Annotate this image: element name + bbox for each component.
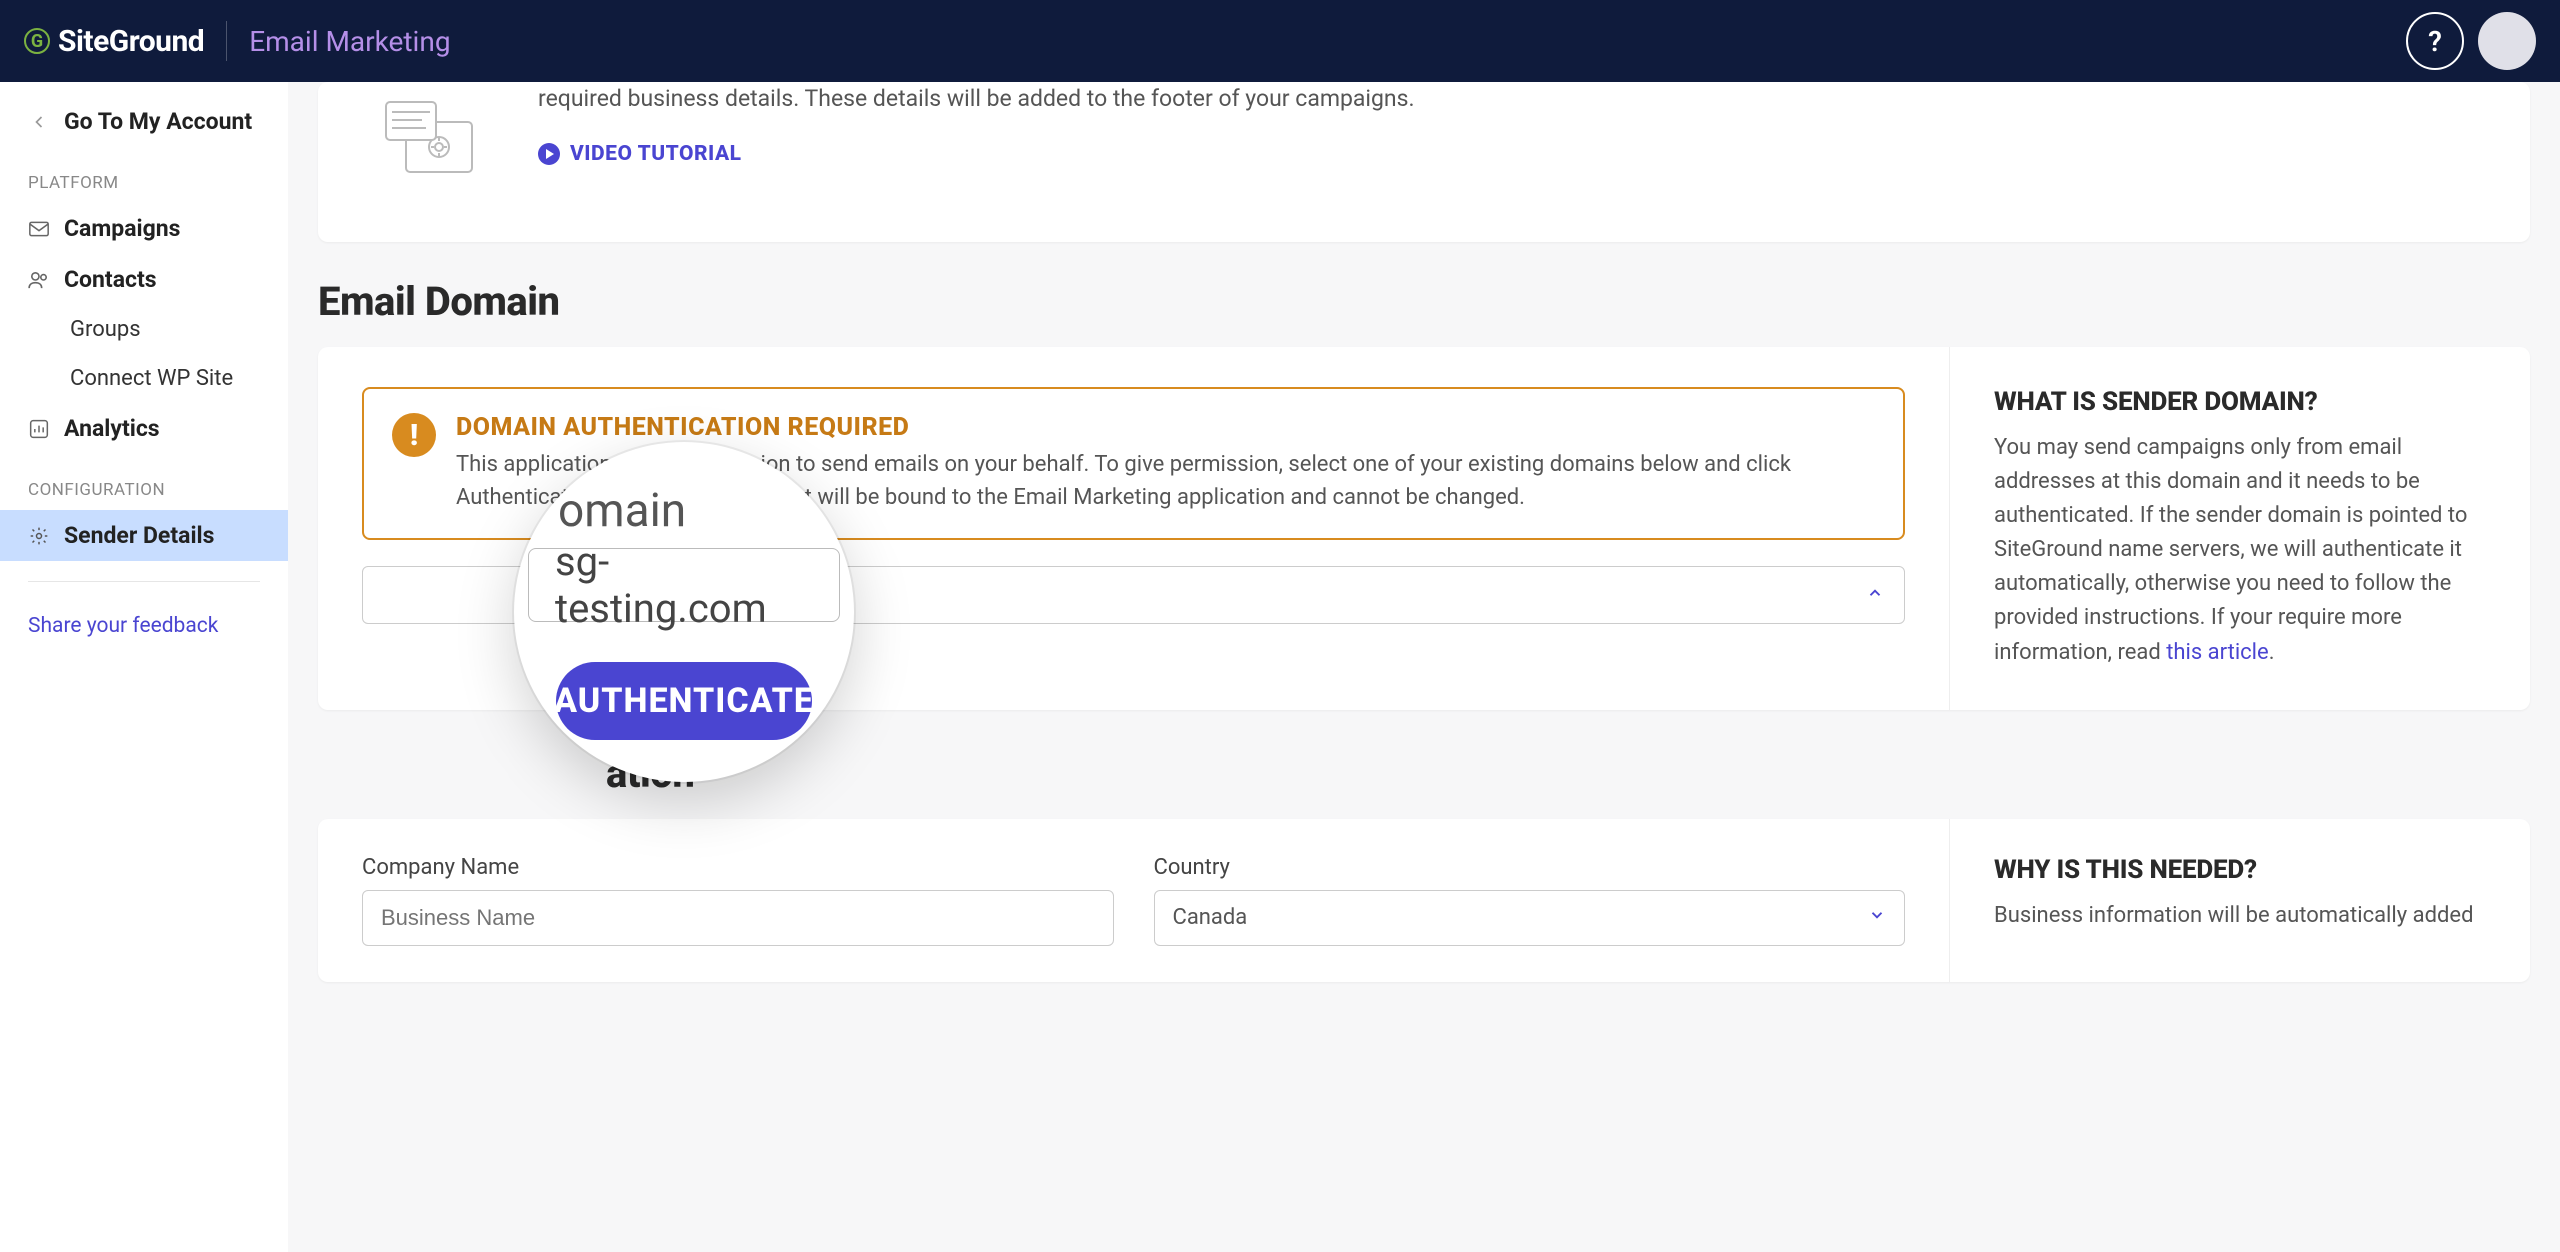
alert-body: This application needs permission to sen… [456,448,1875,514]
why-needed-title: WHY IS THIS NEEDED? [1994,855,2486,885]
country-select[interactable]: Canada [1154,890,1906,946]
gear-icon [28,526,50,546]
business-info-left: Company Name Country Canada [318,819,1950,982]
alert-title: DOMAIN AUTHENTICATION REQUIRED [456,413,1875,442]
video-tutorial-link[interactable]: VIDEO TUTORIAL [538,139,742,171]
nav-campaigns[interactable]: Campaigns [0,203,288,254]
nav-sender-details-label: Sender Details [64,522,214,549]
divider [28,581,260,582]
logo-mark-icon: G [24,28,50,54]
business-info-title: Business Information [318,750,2530,797]
nav-contacts-label: Contacts [64,266,157,293]
nav-contacts[interactable]: Contacts [0,254,288,305]
video-tutorial-label: VIDEO TUTORIAL [570,139,742,171]
why-needed-text: Business information will be automatical… [1994,899,2486,933]
nav-campaigns-label: Campaigns [64,215,180,242]
topbar: G SiteGround Email Marketing ? [0,0,2560,82]
email-domain-left: ! DOMAIN AUTHENTICATION REQUIRED This ap… [318,347,1950,710]
nav-connect-wp[interactable]: Connect WP Site [0,354,288,403]
envelope-icon [28,221,50,237]
nav-groups[interactable]: Groups [0,305,288,354]
this-article-link[interactable]: this article [2166,640,2269,665]
company-name-input[interactable] [362,890,1114,946]
share-feedback-link[interactable]: Share your feedback [0,602,288,650]
brand-logo[interactable]: G SiteGround [24,24,204,59]
business-info-aside: WHY IS THIS NEEDED? Business information… [1950,819,2530,982]
email-domain-title: Email Domain [318,278,2530,325]
play-icon [538,143,560,165]
arrow-left-icon [28,112,50,132]
domain-auth-alert: ! DOMAIN AUTHENTICATION REQUIRED This ap… [362,387,1905,540]
illustration-icon [358,82,498,202]
main-content: campaign required business details. Thes… [288,82,2560,1252]
sidebar: Go To My Account PLATFORM Campaigns Cont… [0,82,288,1252]
help-button[interactable]: ? [2406,12,2464,70]
section-platform: PLATFORM [0,147,288,203]
company-name-label: Company Name [362,855,1114,880]
business-info-card: Company Name Country Canada [318,819,2530,982]
nav-analytics-label: Analytics [64,415,160,442]
country-value: Canada [1173,905,1248,930]
section-config: CONFIGURATION [0,454,288,510]
warning-icon: ! [392,413,436,457]
aside-title: WHAT IS SENDER DOMAIN? [1994,387,2486,417]
chart-icon [28,419,50,439]
nav-analytics[interactable]: Analytics [0,403,288,454]
nav-sender-details[interactable]: Sender Details [0,510,288,561]
email-domain-aside: WHAT IS SENDER DOMAIN? You may send camp… [1950,347,2530,710]
country-label: Country [1154,855,1906,880]
intro-text: campaign required business details. Thes… [538,82,2490,170]
aside-text: You may send campaigns only from email a… [1994,431,2486,670]
chevron-down-icon [1868,905,1886,930]
company-name-field: Company Name [362,855,1114,946]
go-to-account-label: Go To My Account [64,108,252,135]
email-domain-card: ! DOMAIN AUTHENTICATION REQUIRED This ap… [318,347,2530,710]
intro-body: required business details. These details… [538,82,2490,117]
go-to-account-link[interactable]: Go To My Account [0,96,288,147]
app-title: Email Marketing [249,25,450,58]
country-field: Country Canada [1154,855,1906,946]
brand-name: SiteGround [58,24,204,59]
people-icon [28,271,50,289]
domain-select[interactable] [362,566,1905,624]
intro-card: campaign required business details. Thes… [318,82,2530,242]
chevron-up-icon [1866,584,1884,606]
avatar[interactable] [2478,12,2536,70]
help-icon: ? [2428,25,2442,58]
divider [226,21,227,61]
